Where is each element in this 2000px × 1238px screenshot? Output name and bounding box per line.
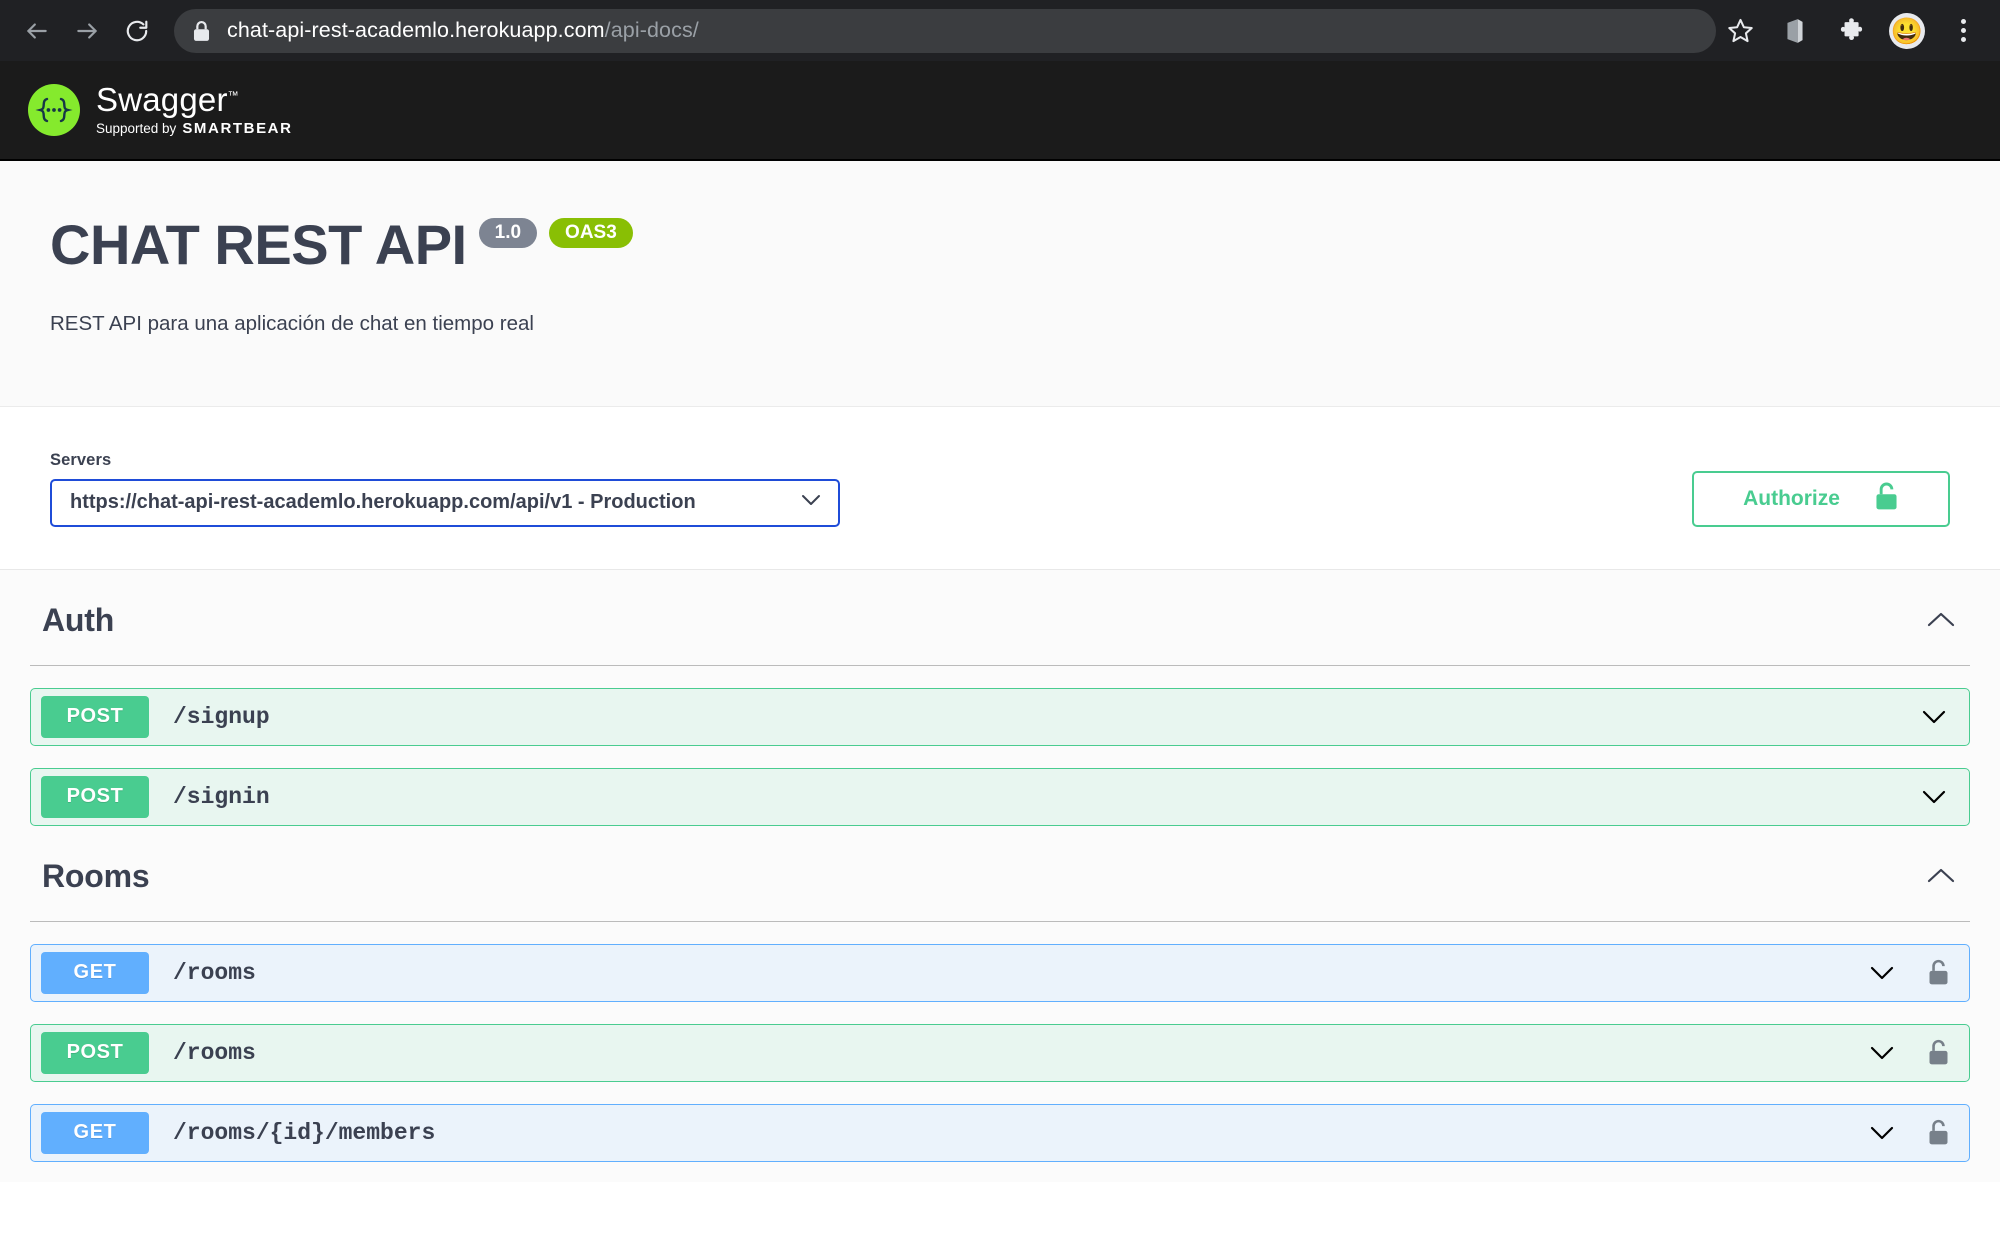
url-domain: chat-api-rest-academlo.herokuapp.com [227, 18, 605, 42]
servers-label: Servers [50, 450, 112, 469]
version-badge: 1.0 [478, 218, 538, 248]
page-title: CHAT REST API [50, 213, 467, 276]
server-selected-value: https://chat-api-rest-academlo.herokuapp… [70, 491, 696, 514]
tag-section: Auth POST/signup POST/signin [0, 570, 2000, 826]
operation-controls [1865, 959, 1951, 986]
tag-header-auth[interactable]: Auth [30, 570, 1970, 666]
operation-path: /signin [173, 783, 270, 810]
oas-badge: OAS3 [549, 218, 633, 248]
api-title-row: CHAT REST API 1.0 OAS3 [50, 217, 1950, 273]
office-sidepanel-button[interactable] [1772, 8, 1818, 54]
operation-row[interactable]: POST/rooms [30, 1023, 1970, 1082]
authorize-button[interactable]: Authorize [1692, 470, 1950, 527]
operation-path: /rooms/{id}/members [173, 1119, 436, 1146]
smartbear-label: SMARTBEAR [182, 119, 293, 137]
office-icon [1787, 18, 1803, 43]
swagger-brand-text: Swagger [96, 81, 228, 119]
operation-path: /rooms [173, 959, 256, 986]
supported-by-label: Supported by [96, 120, 177, 136]
chevron-down-icon[interactable] [1917, 708, 1951, 726]
api-info-block: CHAT REST API 1.0 OAS3 REST API para una… [0, 161, 2000, 407]
unlock-icon [1874, 482, 1899, 516]
extensions-button[interactable] [1828, 8, 1874, 54]
chevron-up-icon[interactable] [1924, 866, 1958, 886]
chevron-down-icon[interactable] [1865, 964, 1899, 982]
unlock-icon[interactable] [1925, 959, 1951, 986]
authorize-label: Authorize [1743, 486, 1840, 510]
address-bar[interactable]: chat-api-rest-academlo.herokuapp.com/api… [174, 8, 1716, 53]
tag-section: Rooms GET/rooms POST/rooms GET/rooms/{id}/m… [0, 826, 2000, 1162]
chevron-down-icon [800, 493, 822, 512]
swagger-topbar: Swagger™ Supported by SMARTBEAR [0, 61, 2000, 161]
server-select[interactable]: https://chat-api-rest-academlo.herokuapp… [50, 478, 840, 527]
operation-controls [1865, 1039, 1951, 1066]
operation-row[interactable]: POST/signup [30, 687, 1970, 746]
chevron-up-icon[interactable] [1924, 610, 1958, 630]
trademark-symbol: ™ [227, 90, 239, 103]
emoji-avatar-icon: 😃 [1889, 12, 1925, 49]
star-icon [1727, 18, 1753, 43]
operation-controls [1917, 788, 1951, 806]
url-path: /api-docs/ [604, 18, 699, 42]
swagger-wordmark: Swagger™ [96, 81, 293, 119]
operation-controls [1917, 708, 1951, 726]
operation-path: /rooms [173, 1039, 256, 1066]
url-text: chat-api-rest-academlo.herokuapp.com/api… [227, 18, 699, 43]
tag-name: Auth [42, 601, 115, 638]
operation-path: /signup [173, 703, 270, 730]
puzzle-piece-icon [1840, 18, 1862, 40]
forward-button[interactable] [64, 8, 110, 54]
api-description: REST API para una aplicación de chat en … [50, 312, 534, 335]
browser-toolbar: chat-api-rest-academlo.herokuapp.com/api… [0, 0, 2000, 61]
tag-name: Rooms [42, 857, 150, 894]
browser-menu-button[interactable] [1940, 8, 1986, 54]
swagger-logo[interactable]: Swagger™ Supported by SMARTBEAR [28, 81, 293, 137]
back-arrow-icon [27, 22, 47, 39]
operation-row[interactable]: GET/rooms [30, 943, 1970, 1002]
chevron-down-icon[interactable] [1865, 1044, 1899, 1062]
reload-icon [126, 20, 148, 41]
unlock-icon[interactable] [1925, 1039, 1951, 1066]
method-badge: POST [41, 1031, 149, 1074]
operation-row[interactable]: POST/signin [30, 767, 1970, 826]
operations-area: Auth POST/signup POST/signin Rooms GET/rooms… [0, 569, 2000, 1182]
unlock-icon[interactable] [1925, 1119, 1951, 1146]
sponsor-line: Supported by SMARTBEAR [96, 120, 293, 137]
method-badge: POST [41, 695, 149, 738]
swagger-braces-logo-icon [28, 83, 80, 136]
bookmark-button[interactable] [1718, 9, 1762, 53]
tag-header-rooms[interactable]: Rooms [30, 826, 1970, 922]
back-button[interactable] [14, 8, 60, 54]
method-badge: GET [41, 1111, 149, 1154]
site-security-padlock-icon [192, 20, 211, 42]
operation-controls [1865, 1119, 1951, 1146]
operation-row[interactable]: GET/rooms/{id}/members [30, 1103, 1970, 1162]
profile-button[interactable]: 😃 [1884, 8, 1930, 54]
servers-block: Servers https://chat-api-rest-academlo.h… [0, 406, 2000, 570]
method-badge: POST [41, 775, 149, 818]
forward-arrow-icon [77, 22, 97, 39]
chevron-down-icon[interactable] [1865, 1124, 1899, 1142]
method-badge: GET [41, 951, 149, 994]
three-dot-menu-icon [1960, 19, 1966, 42]
reload-button[interactable] [114, 8, 160, 54]
chevron-down-icon[interactable] [1917, 788, 1951, 806]
